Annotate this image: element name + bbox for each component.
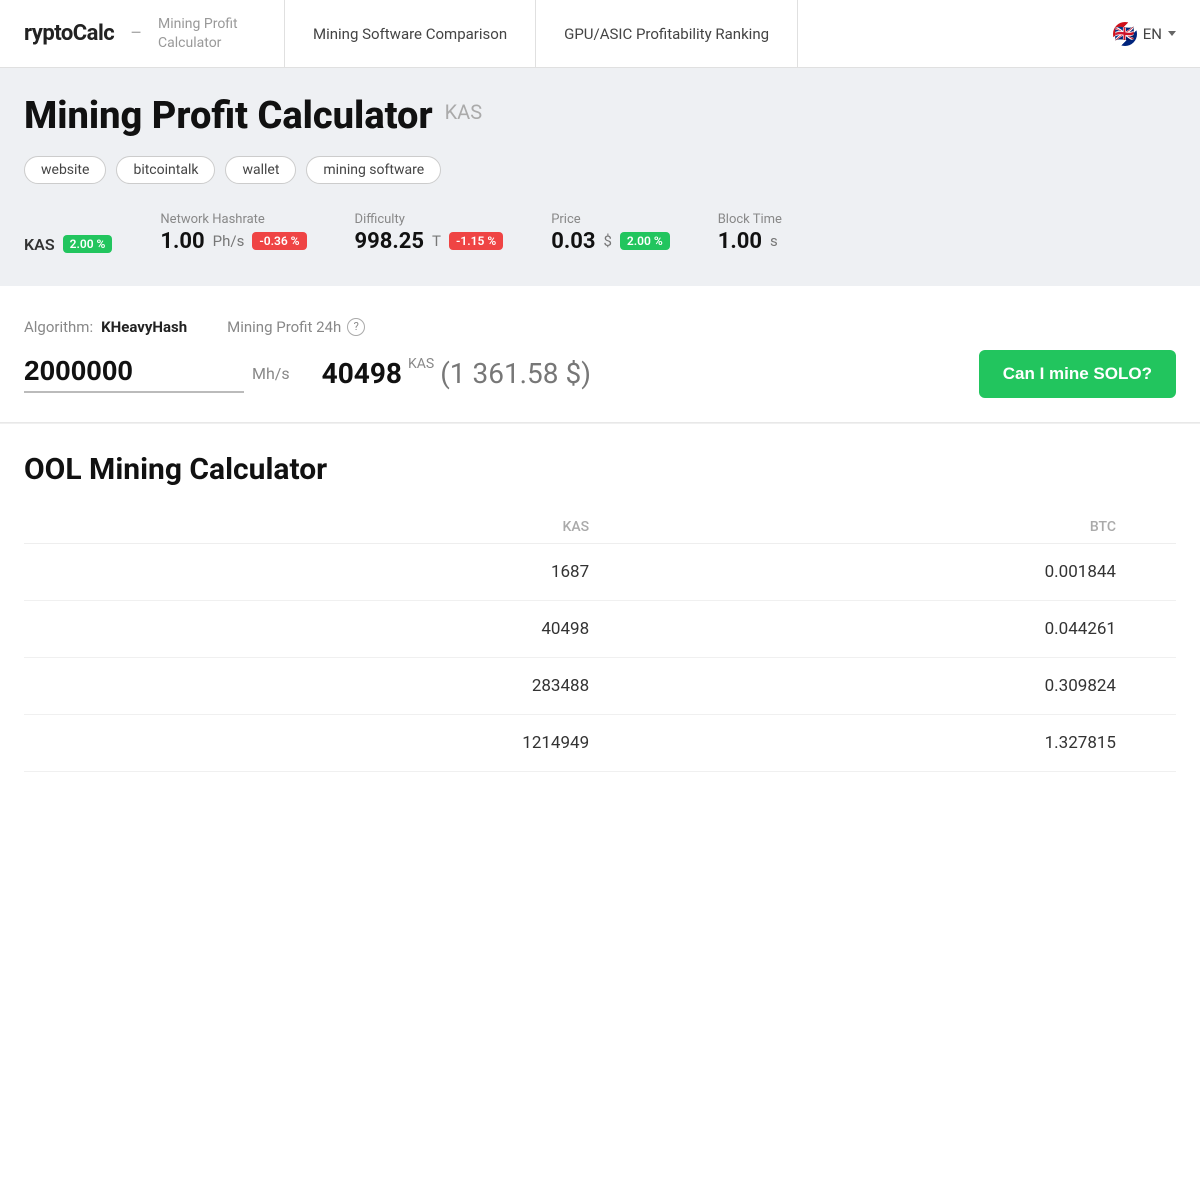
row-btc: 0.001844 (649, 543, 1176, 600)
flag-icon: 🇬🇧 (1113, 22, 1137, 46)
hashrate-input-wrap: Mh/s (24, 355, 290, 393)
row-label (24, 600, 138, 657)
profit-result: 40498 KAS (1 361.58 $) (322, 357, 591, 390)
kas-links-row: website bitcointalk wallet mining softwa… (24, 156, 1176, 184)
block-time-unit: s (770, 232, 778, 250)
col-header-btc: BTC (649, 511, 1176, 544)
page-title: Mining Profit Calculator (24, 96, 433, 138)
row-kas: 1214949 (138, 714, 649, 771)
solo-mine-button[interactable]: Can I mine SOLO? (979, 350, 1176, 398)
price-unit: $ (603, 232, 611, 250)
hashrate-profit-row: Mh/s 40498 KAS (1 361.58 $) Can I mine SO… (24, 350, 1176, 398)
difficulty-unit: T (432, 232, 441, 250)
coin-badge-block: KAS 2.00 % (24, 235, 112, 254)
header: ryptoCalc – Mining Profit Calculator Min… (0, 0, 1200, 68)
pool-calculator-section: OOL Mining Calculator KAS BTC 1687 0.001… (0, 423, 1200, 796)
difficulty-change-badge: -1.15 % (449, 232, 503, 250)
pool-table: KAS BTC 1687 0.001844 40498 0.044261 283… (24, 511, 1176, 772)
language-selector[interactable]: 🇬🇧 EN (1113, 22, 1176, 46)
profit-kas-value: 40498 (322, 357, 402, 390)
coin-badge-label: KAS (24, 235, 55, 254)
table-row: 40498 0.044261 (24, 600, 1176, 657)
row-btc: 0.309824 (649, 657, 1176, 714)
network-hashrate-label: Network Hashrate (160, 212, 306, 227)
logo-separator: – (130, 23, 142, 44)
help-icon[interactable]: ? (347, 318, 365, 336)
col-header-period (24, 511, 138, 544)
link-mining-software[interactable]: mining software (306, 156, 441, 184)
link-bitcointalk[interactable]: bitcointalk (116, 156, 215, 184)
row-label (24, 543, 138, 600)
difficulty-value-row: 998.25 T -1.15 % (355, 229, 504, 254)
coin-change-badge: 2.00 % (63, 235, 113, 253)
calculator-section: Algorithm: KHeavyHash Mining Profit 24h … (0, 286, 1200, 422)
algo-label: Algorithm: (24, 318, 93, 336)
network-hashrate-value-row: 1.00 Ph/s -0.36 % (160, 229, 306, 254)
hashrate-input[interactable] (24, 355, 244, 393)
block-time-label: Block Time (718, 212, 782, 227)
logo-area: ryptoCalc – Mining Profit Calculator (24, 15, 284, 51)
price-value: 0.03 (551, 229, 595, 254)
row-kas: 1687 (138, 543, 649, 600)
row-btc: 1.327815 (649, 714, 1176, 771)
link-wallet[interactable]: wallet (225, 156, 296, 184)
difficulty-value: 998.25 (355, 229, 425, 254)
hashrate-unit: Mh/s (252, 364, 290, 383)
kas-title-row: Mining Profit Calculator KAS (24, 96, 1176, 138)
kas-stats-row: KAS 2.00 % Network Hashrate 1.00 Ph/s -0… (24, 212, 1176, 254)
logo-name[interactable]: ryptoCalc (24, 21, 114, 46)
coin-ticker: KAS (445, 100, 482, 124)
link-website[interactable]: website (24, 156, 106, 184)
block-time-block: Block Time 1.00 s (718, 212, 782, 254)
row-kas: 40498 (138, 600, 649, 657)
network-hashrate-block: Network Hashrate 1.00 Ph/s -0.36 % (160, 212, 306, 254)
nav-gpu-asic[interactable]: GPU/ASIC Profitability Ranking (536, 0, 798, 68)
algo-value: KHeavyHash (101, 318, 187, 336)
table-row: 1687 0.001844 (24, 543, 1176, 600)
lang-label: EN (1143, 25, 1162, 43)
block-time-value-row: 1.00 s (718, 229, 782, 254)
row-label (24, 714, 138, 771)
profit-label-row: Mining Profit 24h ? (227, 318, 365, 336)
difficulty-block: Difficulty 998.25 T -1.15 % (355, 212, 504, 254)
col-header-kas: KAS (138, 511, 649, 544)
profit-usd-value: (1 361.58 $) (440, 357, 591, 390)
kas-hero-section: Mining Profit Calculator KAS website bit… (0, 68, 1200, 286)
profit-kas-ticker: KAS (408, 356, 434, 372)
table-row: 283488 0.309824 (24, 657, 1176, 714)
row-kas: 283488 (138, 657, 649, 714)
network-hashrate-change-badge: -0.36 % (252, 232, 306, 250)
main-nav: Mining Software Comparison GPU/ASIC Prof… (284, 0, 1089, 68)
nav-mining-software[interactable]: Mining Software Comparison (284, 0, 536, 68)
block-time-value: 1.00 (718, 229, 762, 254)
network-hashrate-value: 1.00 (160, 229, 204, 254)
price-value-row: 0.03 $ 2.00 % (551, 229, 670, 254)
network-hashrate-unit: Ph/s (213, 232, 245, 250)
logo-subtitle: Mining Profit Calculator (158, 15, 278, 51)
table-header-row: KAS BTC (24, 511, 1176, 544)
difficulty-label: Difficulty (355, 212, 504, 227)
table-row: 1214949 1.327815 (24, 714, 1176, 771)
price-change-badge: 2.00 % (620, 232, 670, 250)
algo-row: Algorithm: KHeavyHash Mining Profit 24h … (24, 318, 1176, 336)
profit-label-text: Mining Profit 24h (227, 318, 341, 336)
row-label (24, 657, 138, 714)
pool-section-title: OOL Mining Calculator (24, 452, 1176, 487)
row-btc: 0.044261 (649, 600, 1176, 657)
price-label: Price (551, 212, 670, 227)
chevron-down-icon (1168, 31, 1176, 36)
price-block: Price 0.03 $ 2.00 % (551, 212, 670, 254)
